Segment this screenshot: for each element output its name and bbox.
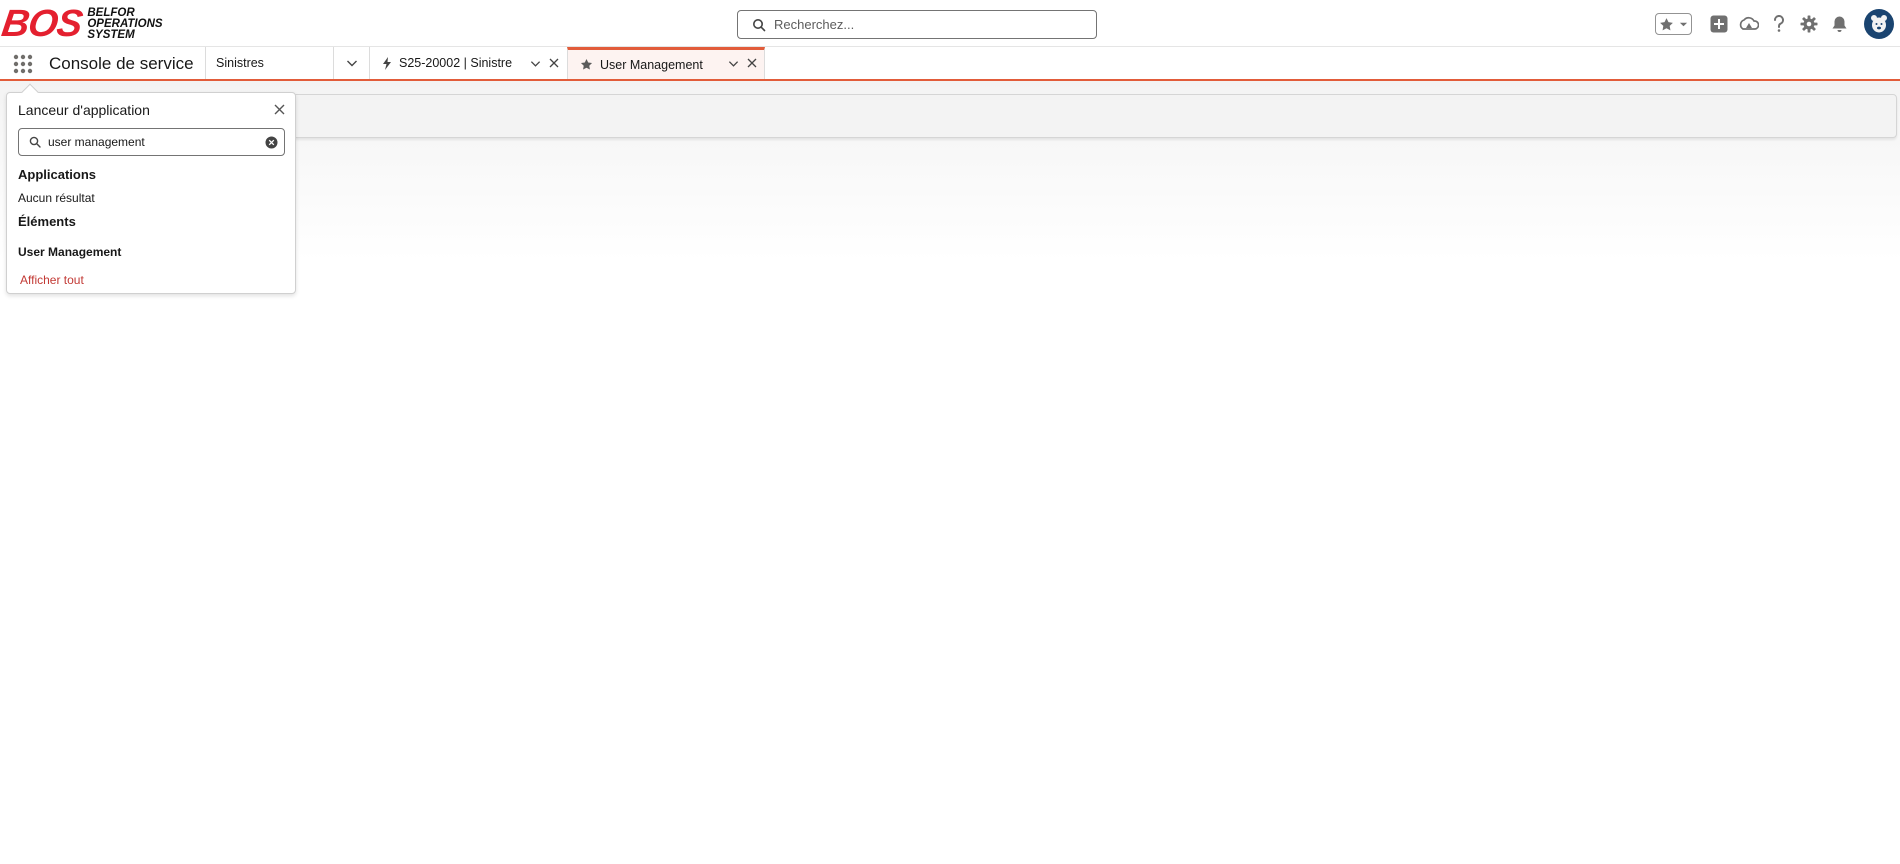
- header-actions: [1655, 8, 1900, 40]
- tab-options-button[interactable]: [726, 56, 740, 70]
- star-icon: [580, 58, 593, 70]
- global-search-input[interactable]: [774, 17, 1074, 32]
- tab-label: S25-20002 | Sinistre: [399, 56, 513, 70]
- clear-input-icon[interactable]: [265, 136, 278, 149]
- tab-label: Sinistres: [216, 56, 264, 70]
- close-icon: [747, 58, 757, 68]
- tab-s25-20002[interactable]: S25-20002 | Sinistre: [369, 47, 567, 79]
- setup-gear-icon[interactable]: [1798, 13, 1820, 35]
- launcher-search-box[interactable]: [18, 128, 285, 156]
- app-launcher-button[interactable]: [12, 53, 34, 75]
- app-name: Console de service: [49, 54, 194, 73]
- global-create-icon[interactable]: [1708, 13, 1730, 35]
- logo-text: BELFOR OPERATIONS SYSTEM: [87, 6, 163, 41]
- launcher-title: Lanceur d'application: [18, 102, 150, 118]
- tab-user-management[interactable]: User Management: [567, 47, 765, 79]
- chevron-down-icon: [346, 60, 357, 67]
- console-navbar: Console de service Sinistres S25-20002 |…: [0, 47, 1900, 81]
- user-avatar[interactable]: [1864, 9, 1894, 39]
- search-icon: [29, 136, 41, 148]
- bos-logo[interactable]: BOS BELFOR OPERATIONS SYSTEM: [0, 3, 184, 45]
- nav-menu-dropdown[interactable]: [333, 47, 369, 79]
- app-launcher-popover: Lanceur d'application Applications Aucun…: [6, 83, 296, 294]
- chevron-down-icon[interactable]: [1679, 20, 1688, 29]
- search-icon: [753, 18, 766, 31]
- help-icon[interactable]: [1768, 13, 1790, 35]
- logo-line-3: SYSTEM: [87, 28, 135, 41]
- logo-line-2: OPERATIONS: [87, 17, 163, 30]
- launcher-close-button[interactable]: [271, 101, 287, 117]
- notifications-bell-icon[interactable]: [1828, 13, 1850, 35]
- favorites-star-icon[interactable]: [1659, 17, 1674, 32]
- tab-options-button[interactable]: [528, 56, 542, 70]
- close-icon: [274, 104, 284, 114]
- trailhead-icon[interactable]: [1738, 13, 1760, 35]
- applications-heading: Applications: [18, 167, 97, 182]
- tab-label: User Management: [600, 57, 703, 72]
- show-all-link[interactable]: Afficher tout: [20, 273, 84, 287]
- global-search-box[interactable]: [737, 10, 1097, 39]
- launcher-search-input[interactable]: [48, 135, 258, 149]
- elements-heading: Éléments: [18, 214, 76, 229]
- logo-line-1: BELFOR: [87, 6, 135, 19]
- tab-close-button[interactable]: [745, 56, 759, 70]
- logo-mark: BOS: [0, 3, 85, 45]
- close-icon: [549, 58, 559, 68]
- favorites-group[interactable]: [1655, 13, 1692, 35]
- launcher-result-user-management[interactable]: User Management: [18, 245, 121, 259]
- lightning-icon: [383, 56, 391, 70]
- global-header: BOS BELFOR OPERATIONS SYSTEM: [0, 0, 1900, 47]
- tab-sinistres[interactable]: Sinistres: [205, 47, 333, 79]
- tab-close-button[interactable]: [547, 56, 561, 70]
- waffle-grid-icon: [13, 54, 33, 74]
- applications-empty-message: Aucun résultat: [18, 191, 95, 205]
- chevron-down-icon: [728, 60, 738, 67]
- chevron-down-icon: [530, 60, 540, 67]
